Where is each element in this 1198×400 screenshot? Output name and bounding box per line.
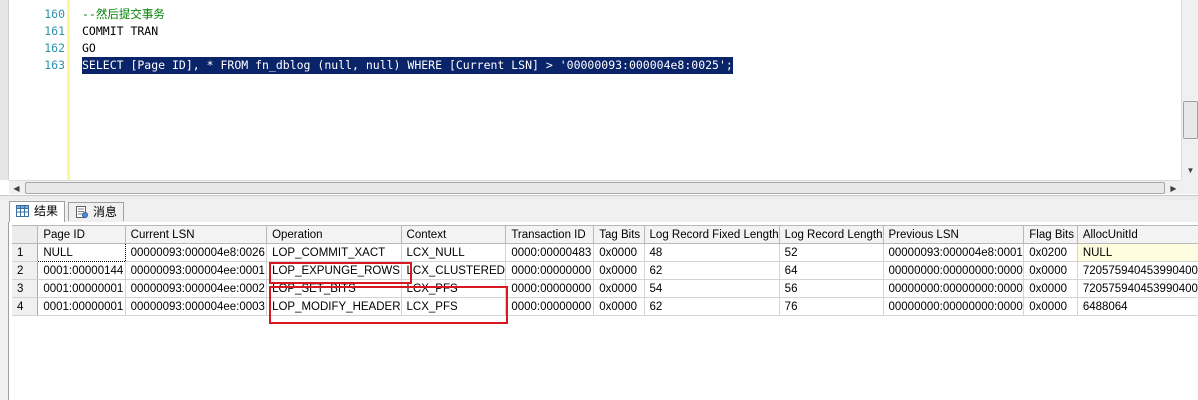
scroll-left-arrow-icon[interactable]: ◀ xyxy=(9,181,24,194)
row-number[interactable]: 2 xyxy=(12,261,39,280)
column-header[interactable]: Previous LSN xyxy=(883,225,1025,244)
grid-cell[interactable]: 62 xyxy=(644,297,780,316)
grid-cell[interactable]: LCX_PFS xyxy=(401,297,507,316)
grid-cell[interactable]: 0000:00000000 xyxy=(505,297,595,316)
row-number[interactable]: 3 xyxy=(12,279,39,298)
grid-icon xyxy=(16,205,29,217)
grid-cell[interactable]: 0x0000 xyxy=(593,297,645,316)
column-header[interactable]: Tag Bits xyxy=(593,225,645,244)
grid-cell[interactable]: 52 xyxy=(779,243,884,262)
table-row[interactable]: 3 0001:00000001 00000093:000004ee:0002 L… xyxy=(12,279,1198,298)
grid-cell[interactable]: 0x0000 xyxy=(1023,279,1078,298)
grid-cell[interactable]: LOP_EXPUNGE_ROWS xyxy=(266,261,402,280)
column-header[interactable]: AllocUnitId xyxy=(1077,225,1198,244)
tab-results-label: 结果 xyxy=(34,204,59,218)
vertical-scroll-thumb[interactable] xyxy=(1183,101,1198,139)
results-grid[interactable]: Page ID Current LSN Operation Context Tr… xyxy=(12,225,1198,316)
column-header[interactable]: Log Record Length xyxy=(779,225,884,244)
grid-cell[interactable]: 720575940453990400 xyxy=(1077,261,1198,280)
table-row[interactable]: 1 NULL 00000093:000004e8:0026 LOP_COMMIT… xyxy=(12,243,1198,262)
results-tab-bar: 结果 消息 xyxy=(0,200,1198,223)
column-header[interactable]: Flag Bits xyxy=(1023,225,1078,244)
row-number[interactable]: 1 xyxy=(12,243,39,262)
grid-cell[interactable]: 0x0000 xyxy=(593,243,645,262)
grid-cell[interactable]: 0001:00000001 xyxy=(37,279,126,298)
line-number: 160 xyxy=(44,7,65,21)
grid-cell[interactable]: 64 xyxy=(779,261,884,280)
grid-cell[interactable]: 0x0000 xyxy=(593,279,645,298)
editor-vertical-scrollbar[interactable]: ▼ xyxy=(1181,0,1198,180)
results-grid-panel[interactable]: Page ID Current LSN Operation Context Tr… xyxy=(8,222,1198,400)
grid-cell[interactable]: 54 xyxy=(644,279,780,298)
editor-horizontal-scrollbar[interactable]: ◀ ▶ xyxy=(9,180,1181,194)
grid-cell[interactable]: 00000000:00000000:0000 xyxy=(883,261,1025,280)
column-header[interactable]: Current LSN xyxy=(125,225,268,244)
grid-cell[interactable]: 0x0200 xyxy=(1023,243,1078,262)
editor-left-margin xyxy=(0,0,9,180)
horizontal-scroll-thumb[interactable] xyxy=(25,182,1165,194)
tab-messages-label: 消息 xyxy=(93,205,118,219)
grid-cell[interactable]: 0x0000 xyxy=(1023,297,1078,316)
code-text[interactable]: GO xyxy=(82,40,96,57)
grid-cell[interactable]: LOP_SET_BITS xyxy=(266,279,402,298)
scroll-down-arrow-icon[interactable]: ▼ xyxy=(1182,162,1198,179)
column-header[interactable]: Context xyxy=(401,225,507,244)
grid-cell[interactable]: 0x0000 xyxy=(593,261,645,280)
grid-header-row: Page ID Current LSN Operation Context Tr… xyxy=(12,225,1198,244)
grid-cell[interactable]: 00000093:000004ee:0001 xyxy=(125,261,268,280)
grid-cell[interactable]: 00000093:000004e8:0001 xyxy=(883,243,1025,262)
grid-cell[interactable]: NULL xyxy=(1077,243,1198,262)
selected-query-text[interactable]: SELECT [Page ID], * FROM fn_dblog (null,… xyxy=(82,57,733,74)
grid-cell[interactable]: 0000:00000000 xyxy=(505,261,595,280)
column-header[interactable]: Page ID xyxy=(37,225,126,244)
grid-cell[interactable]: 720575940453990400 xyxy=(1077,279,1198,298)
grid-cell[interactable]: LOP_MODIFY_HEADER xyxy=(266,297,402,316)
grid-cell[interactable]: 6488064 xyxy=(1077,297,1198,316)
code-text[interactable]: COMMIT TRAN xyxy=(82,23,158,40)
grid-cell[interactable]: 00000093:000004ee:0002 xyxy=(125,279,268,298)
grid-cell[interactable]: 0000:00000483 xyxy=(505,243,595,262)
grid-corner-header[interactable] xyxy=(12,225,39,244)
scrollbar-corner xyxy=(1181,180,1198,194)
grid-cell[interactable]: 56 xyxy=(779,279,884,298)
grid-cell[interactable]: LOP_COMMIT_XACT xyxy=(266,243,402,262)
tab-messages[interactable]: 消息 xyxy=(68,202,125,221)
grid-cell[interactable]: 00000000:00000000:0000 xyxy=(883,297,1025,316)
row-number[interactable]: 4 xyxy=(12,297,39,316)
tab-results[interactable]: 结果 xyxy=(9,201,66,222)
grid-cell[interactable]: 0001:00000001 xyxy=(37,297,126,316)
grid-cell[interactable]: LCX_CLUSTERED xyxy=(401,261,507,280)
grid-cell[interactable]: 00000093:000004ee:0003 xyxy=(125,297,268,316)
grid-cell[interactable]: LCX_NULL xyxy=(401,243,507,262)
column-header[interactable]: Operation xyxy=(266,225,402,244)
line-number: 161 xyxy=(44,24,65,38)
grid-cell[interactable]: 0x0000 xyxy=(1023,261,1078,280)
change-tracking-bar xyxy=(67,0,70,180)
column-header[interactable]: Transaction ID xyxy=(505,225,595,244)
grid-cell[interactable]: 00000093:000004e8:0026 xyxy=(125,243,268,262)
grid-cell[interactable]: 0001:00000144 xyxy=(37,261,126,280)
scroll-right-arrow-icon[interactable]: ▶ xyxy=(1166,181,1181,194)
grid-cell[interactable]: 76 xyxy=(779,297,884,316)
results-left-frame xyxy=(0,200,8,400)
query-editor[interactable]: 160 --然后提交事务 161 COMMIT TRAN 162 GO 163 … xyxy=(0,0,1198,194)
grid-cell[interactable]: 0000:00000000 xyxy=(505,279,595,298)
grid-cell[interactable]: 48 xyxy=(644,243,780,262)
line-number: 163 xyxy=(44,58,65,72)
grid-cell[interactable]: 00000000:00000000:0000 xyxy=(883,279,1025,298)
grid-cell[interactable]: LCX_PFS xyxy=(401,279,507,298)
table-row[interactable]: 4 0001:00000001 00000093:000004ee:0003 L… xyxy=(12,297,1198,316)
code-comment[interactable]: --然后提交事务 xyxy=(82,6,165,23)
column-header[interactable]: Log Record Fixed Length xyxy=(644,225,780,244)
grid-cell[interactable]: NULL xyxy=(37,243,126,262)
table-row[interactable]: 2 0001:00000144 00000093:000004ee:0001 L… xyxy=(12,261,1198,280)
line-number: 162 xyxy=(44,41,65,55)
grid-cell[interactable]: 62 xyxy=(644,261,780,280)
message-icon xyxy=(76,206,88,218)
